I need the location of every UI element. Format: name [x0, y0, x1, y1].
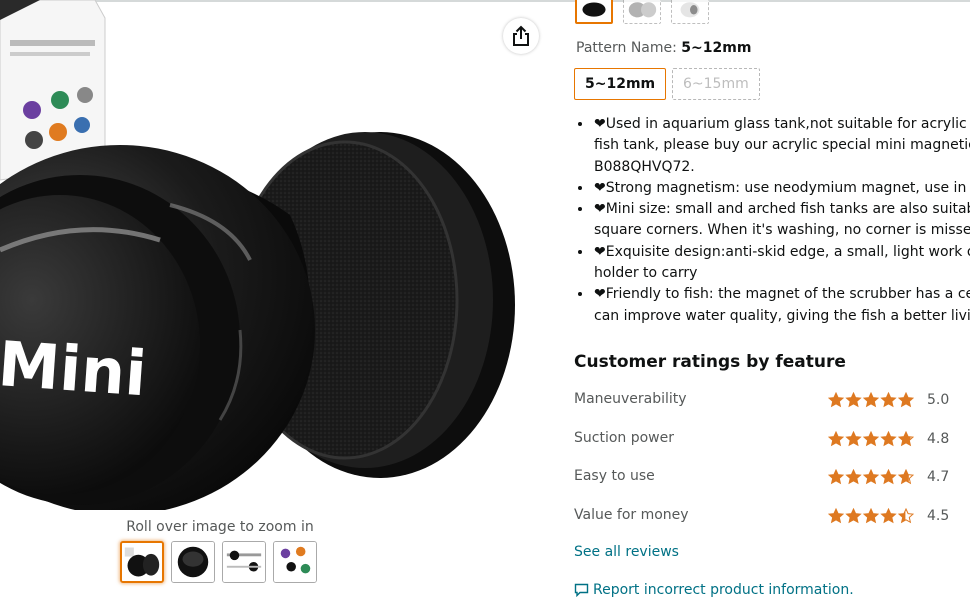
share-button[interactable] [503, 18, 539, 54]
feature-bullet: ❤Exquisite design:anti-skid edge, a smal… [593, 242, 970, 285]
rating-row: Suction power 4.8 [574, 430, 970, 452]
zoom-hint: Roll over image to zoom in [126, 519, 314, 535]
pattern-option-5-12mm[interactable]: 5~12mm [574, 68, 667, 100]
feature-bullet: ❤Used in aquarium glass tank,not suitabl… [593, 114, 970, 178]
star-rating-icon [828, 508, 914, 524]
thumbnail-1[interactable] [120, 541, 164, 583]
bullet-line: ❤Used in aquarium glass tank,not suitabl… [594, 116, 970, 132]
pattern-selected-value: 5~12mm [681, 40, 752, 56]
report-product-info-link[interactable]: Report incorrect product information. [574, 582, 854, 598]
feature-bullet: ❤Mini size: small and arched fish tanks … [593, 199, 970, 242]
rating-value: 4.7 [927, 469, 950, 485]
thumbnail-2[interactable] [171, 541, 215, 583]
thumbnail-4[interactable] [273, 541, 317, 583]
pattern-name-label: Pattern Name: 5~12mm [576, 40, 751, 56]
swatch-black[interactable] [575, 0, 613, 24]
pattern-option-6-15mm[interactable]: 6~15mm [672, 68, 760, 100]
see-all-reviews-link[interactable]: See all reviews [574, 544, 679, 560]
swatch-grey[interactable] [623, 0, 661, 24]
rating-row: Maneuverability 5.0 [574, 391, 970, 413]
bullet-line: B088QHVQ72. [594, 158, 695, 175]
rating-value: 5.0 [927, 392, 950, 408]
comment-icon [574, 583, 589, 597]
pattern-label-text: Pattern Name: [576, 40, 677, 56]
swatch-white[interactable] [671, 0, 709, 24]
bullet-line: can improve water quality, giving the fi… [594, 307, 970, 324]
bullet-line: holder to carry [594, 265, 698, 282]
feature-bullet: ❤Friendly to fish: the magnet of the scr… [593, 284, 970, 327]
ratings-by-feature-title: Customer ratings by feature [574, 352, 846, 372]
bullet-line: ❤Mini size: small and arched fish tanks … [594, 201, 970, 218]
bullet-line: ❤Exquisite design:anti-skid edge, a smal… [594, 243, 970, 260]
thumbnail-strip [120, 541, 317, 583]
bullet-line: ❤Strong magnetism: use neodymium magnet,… [594, 179, 970, 196]
star-rating-icon [828, 392, 914, 408]
rating-feature-name: Easy to use [574, 468, 655, 484]
star-rating-icon [828, 431, 914, 447]
style-swatches [575, 0, 709, 24]
product-logo-text: Mini [0, 327, 149, 410]
rating-feature-name: Maneuverability [574, 391, 687, 407]
rating-value: 4.8 [927, 431, 950, 447]
rating-feature-name: Suction power [574, 430, 674, 446]
thumbnail-3[interactable] [222, 541, 266, 583]
feature-bullet: ❤Strong magnetism: use neodymium magnet,… [593, 178, 970, 199]
bullet-line: square corners. When it's washing, no co… [594, 222, 970, 239]
feature-bullets: ❤Used in aquarium glass tank,not suitabl… [575, 114, 970, 327]
rating-row: Value for money 4.5 [574, 507, 970, 529]
bullet-line: fish tank, please buy our acrylic specia… [594, 137, 970, 154]
report-link-text: Report incorrect product information. [593, 582, 854, 598]
main-product-image[interactable]: Mini [0, 0, 560, 510]
star-rating-icon [828, 469, 914, 485]
rating-row: Easy to use 4.7 [574, 468, 970, 490]
rating-feature-name: Value for money [574, 507, 689, 523]
share-icon [513, 25, 529, 46]
rating-value: 4.5 [927, 508, 950, 524]
bullet-line: ❤Friendly to fish: the magnet of the scr… [594, 286, 970, 303]
